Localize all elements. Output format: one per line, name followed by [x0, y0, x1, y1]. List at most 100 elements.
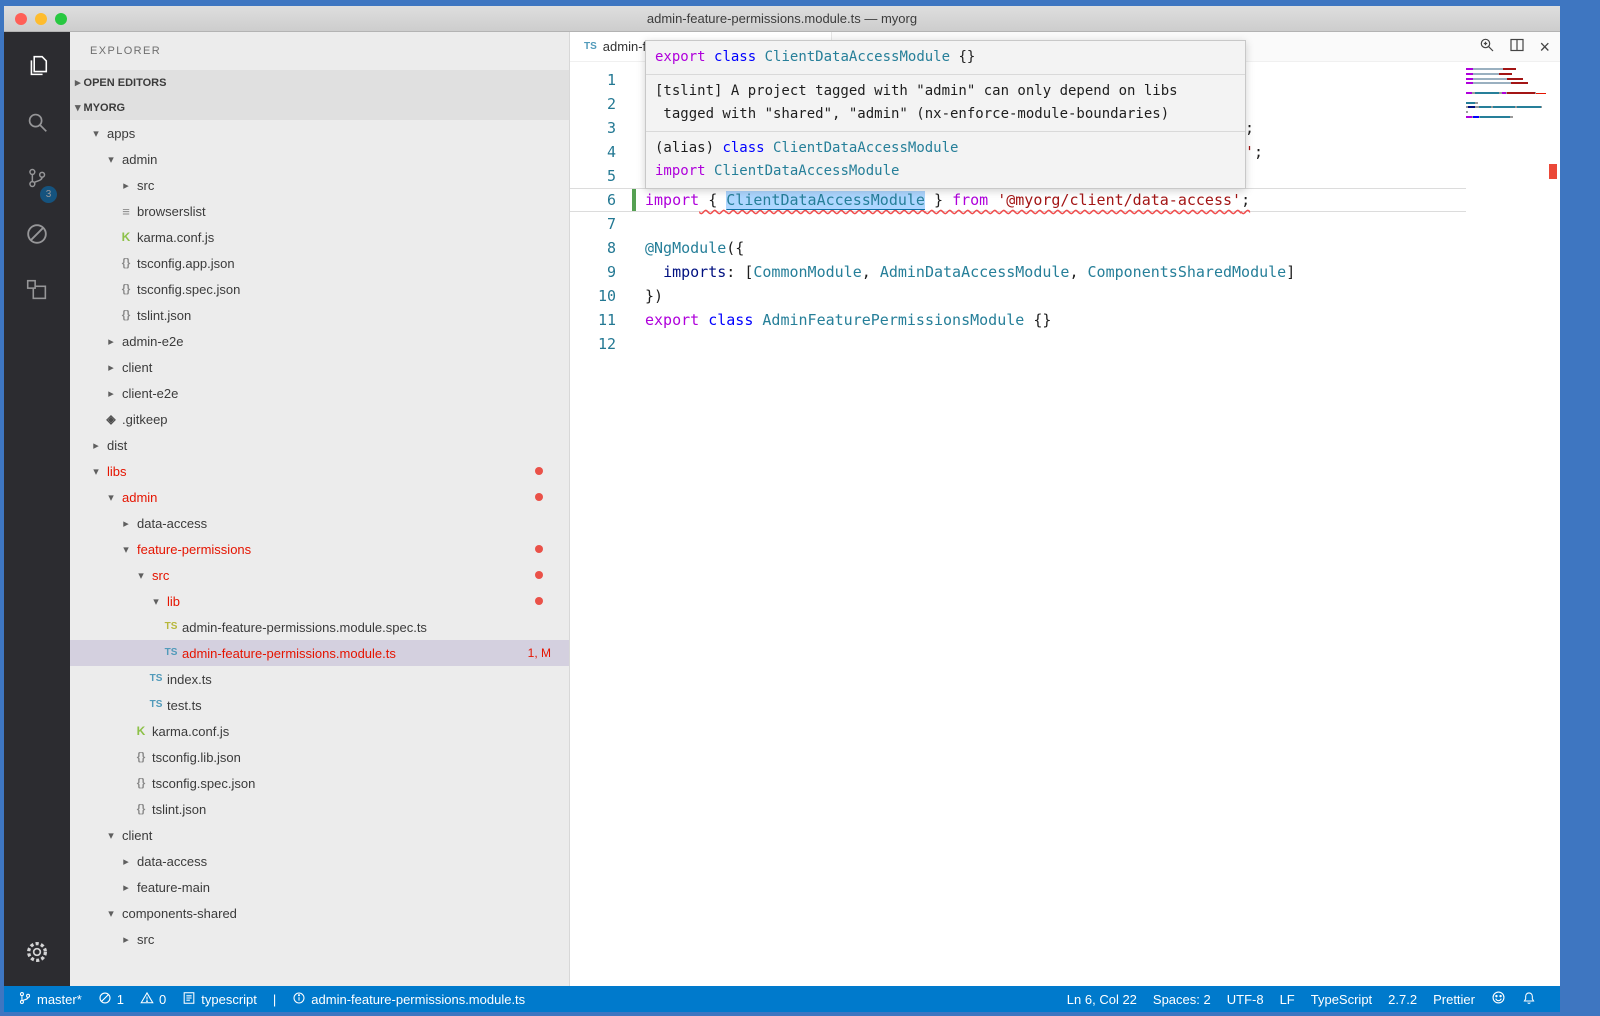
code-token: AdminFeaturePermissionsModule: [762, 311, 1024, 329]
split-editor-icon[interactable]: [1509, 37, 1525, 58]
activity-item-debug[interactable]: [12, 208, 62, 264]
tree-item[interactable]: {}tsconfig.spec.json: [70, 770, 569, 796]
code-line[interactable]: 8@NgModule({: [570, 236, 1466, 260]
tree-item[interactable]: ▸src: [70, 172, 569, 198]
titlebar[interactable]: admin-feature-permissions.module.ts — my…: [4, 6, 1560, 32]
activity-item-search[interactable]: [12, 96, 62, 152]
tree-item[interactable]: ▸feature-main: [70, 874, 569, 900]
status-1[interactable]: 1: [90, 986, 132, 1012]
folder-arrow-icon: ▾: [118, 543, 134, 556]
tree-item[interactable]: ▸client-e2e: [70, 380, 569, 406]
status-utf-8[interactable]: UTF-8: [1219, 986, 1272, 1012]
tree-item[interactable]: {}tsconfig.lib.json: [70, 744, 569, 770]
tree-item[interactable]: {}tsconfig.spec.json: [70, 276, 569, 302]
tree-item[interactable]: ▾admin: [70, 484, 569, 510]
bell-icon: [1522, 991, 1536, 1008]
tree-item[interactable]: Kkarma.conf.js: [70, 224, 569, 250]
minimize-window-button[interactable]: [35, 13, 47, 25]
status-sep[interactable]: |: [265, 986, 284, 1012]
list-file-icon: ≡: [118, 205, 134, 218]
tree-item[interactable]: ▸client: [70, 354, 569, 380]
tree-item[interactable]: ▾lib: [70, 588, 569, 614]
folder-arrow-icon: ▸: [118, 855, 134, 868]
status-0[interactable]: 0: [132, 986, 174, 1012]
tree-item[interactable]: ◈.gitkeep: [70, 406, 569, 432]
tree-item[interactable]: ▾libs: [70, 458, 569, 484]
activity-item-explorer[interactable]: [12, 40, 62, 96]
activity-item-extensions[interactable]: [12, 264, 62, 320]
tree-item[interactable]: ≡browserslist: [70, 198, 569, 224]
status-feedback[interactable]: [1483, 986, 1514, 1012]
tree-item-label: apps: [107, 126, 135, 141]
zoom-window-button[interactable]: [55, 13, 67, 25]
minimap[interactable]: [1466, 66, 1546, 126]
activity-item-source-control[interactable]: 3: [12, 152, 62, 208]
tree-item[interactable]: Kkarma.conf.js: [70, 718, 569, 744]
code-line[interactable]: 11export class AdminFeaturePermissionsMo…: [570, 308, 1466, 332]
minimap-line: [1466, 78, 1546, 80]
tree-item[interactable]: ▸dist: [70, 432, 569, 458]
tree-item[interactable]: ▾admin: [70, 146, 569, 172]
tree-item-label: tsconfig.spec.json: [137, 282, 240, 297]
status-spaces-2[interactable]: Spaces: 2: [1145, 986, 1219, 1012]
folder-arrow-icon: ▾: [103, 153, 119, 166]
tree-item[interactable]: ▾apps: [70, 120, 569, 146]
tree-item[interactable]: ▾feature-permissions: [70, 536, 569, 562]
tree-item-label: tsconfig.app.json: [137, 256, 235, 271]
workspace-root-section[interactable]: ▾ MYORG: [70, 95, 569, 120]
code-line[interactable]: 12: [570, 332, 1466, 356]
status-bell[interactable]: [1514, 986, 1544, 1012]
code-line[interactable]: 10}): [570, 284, 1466, 308]
tree-item[interactable]: ▾client: [70, 822, 569, 848]
tree-item[interactable]: ▸admin-e2e: [70, 328, 569, 354]
code-token: export: [645, 311, 699, 329]
status-bar: master*10typescript|admin-feature-permis…: [4, 986, 1560, 1012]
folder-arrow-icon: ▾: [133, 569, 149, 582]
overview-ruler-error-marker[interactable]: [1549, 164, 1557, 179]
close-editor-icon[interactable]: ×: [1539, 38, 1550, 56]
status-2-7-2[interactable]: 2.7.2: [1380, 986, 1425, 1012]
tree-item[interactable]: {}tslint.json: [70, 796, 569, 822]
tree-item[interactable]: {}tsconfig.app.json: [70, 250, 569, 276]
code-token: AdminDataAccessModule: [880, 263, 1070, 281]
tree-item[interactable]: ▾components-shared: [70, 900, 569, 926]
vscode-window: admin-feature-permissions.module.ts — my…: [4, 6, 1560, 1012]
tree-item-label: src: [137, 178, 154, 193]
code-line[interactable]: 6import { ClientDataAccessModule } from …: [570, 188, 1466, 212]
tree-item[interactable]: ▾src: [70, 562, 569, 588]
open-changes-icon[interactable]: [1479, 37, 1495, 58]
line-number: 11: [570, 308, 616, 332]
status-prettier[interactable]: Prettier: [1425, 986, 1483, 1012]
branch-icon: [18, 991, 32, 1008]
code-token: from: [952, 191, 988, 209]
code-line[interactable]: 7: [570, 212, 1466, 236]
tree-item[interactable]: ▸data-access: [70, 848, 569, 874]
warning-icon: [140, 991, 154, 1008]
code-line[interactable]: 9 imports: [CommonModule, AdminDataAcces…: [570, 260, 1466, 284]
tree-item[interactable]: TSindex.ts: [70, 666, 569, 692]
open-editors-section[interactable]: ▸ OPEN EDITORS: [70, 70, 569, 95]
tree-item-label: feature-permissions: [137, 542, 251, 557]
scm-badge: 3: [40, 186, 57, 203]
status-typescript[interactable]: TypeScript: [1303, 986, 1380, 1012]
code-token: ;: [1241, 191, 1250, 209]
status-master[interactable]: master*: [10, 986, 90, 1012]
tree-item-label: karma.conf.js: [152, 724, 229, 739]
tree-item[interactable]: ▸data-access: [70, 510, 569, 536]
status-lf[interactable]: LF: [1272, 986, 1303, 1012]
tree-item[interactable]: {}tslint.json: [70, 302, 569, 328]
code-token: }): [645, 287, 663, 305]
close-window-button[interactable]: [15, 13, 27, 25]
tree-item[interactable]: TSadmin-feature-permissions.module.ts1, …: [70, 640, 569, 666]
problem-dot: [535, 571, 543, 579]
modified-gutter-indicator: [632, 189, 636, 211]
status-ln-6-col-22[interactable]: Ln 6, Col 22: [1059, 986, 1145, 1012]
settings-gear-button[interactable]: [4, 939, 70, 970]
tree-item[interactable]: TSadmin-feature-permissions.module.spec.…: [70, 614, 569, 640]
status-admin-feature-permissions-module-ts[interactable]: admin-feature-permissions.module.ts: [284, 986, 533, 1012]
tree-item[interactable]: TStest.ts: [70, 692, 569, 718]
code-token: : [: [726, 263, 753, 281]
status-typescript[interactable]: typescript: [174, 986, 265, 1012]
status-label: UTF-8: [1227, 992, 1264, 1007]
tree-item[interactable]: ▸src: [70, 926, 569, 952]
